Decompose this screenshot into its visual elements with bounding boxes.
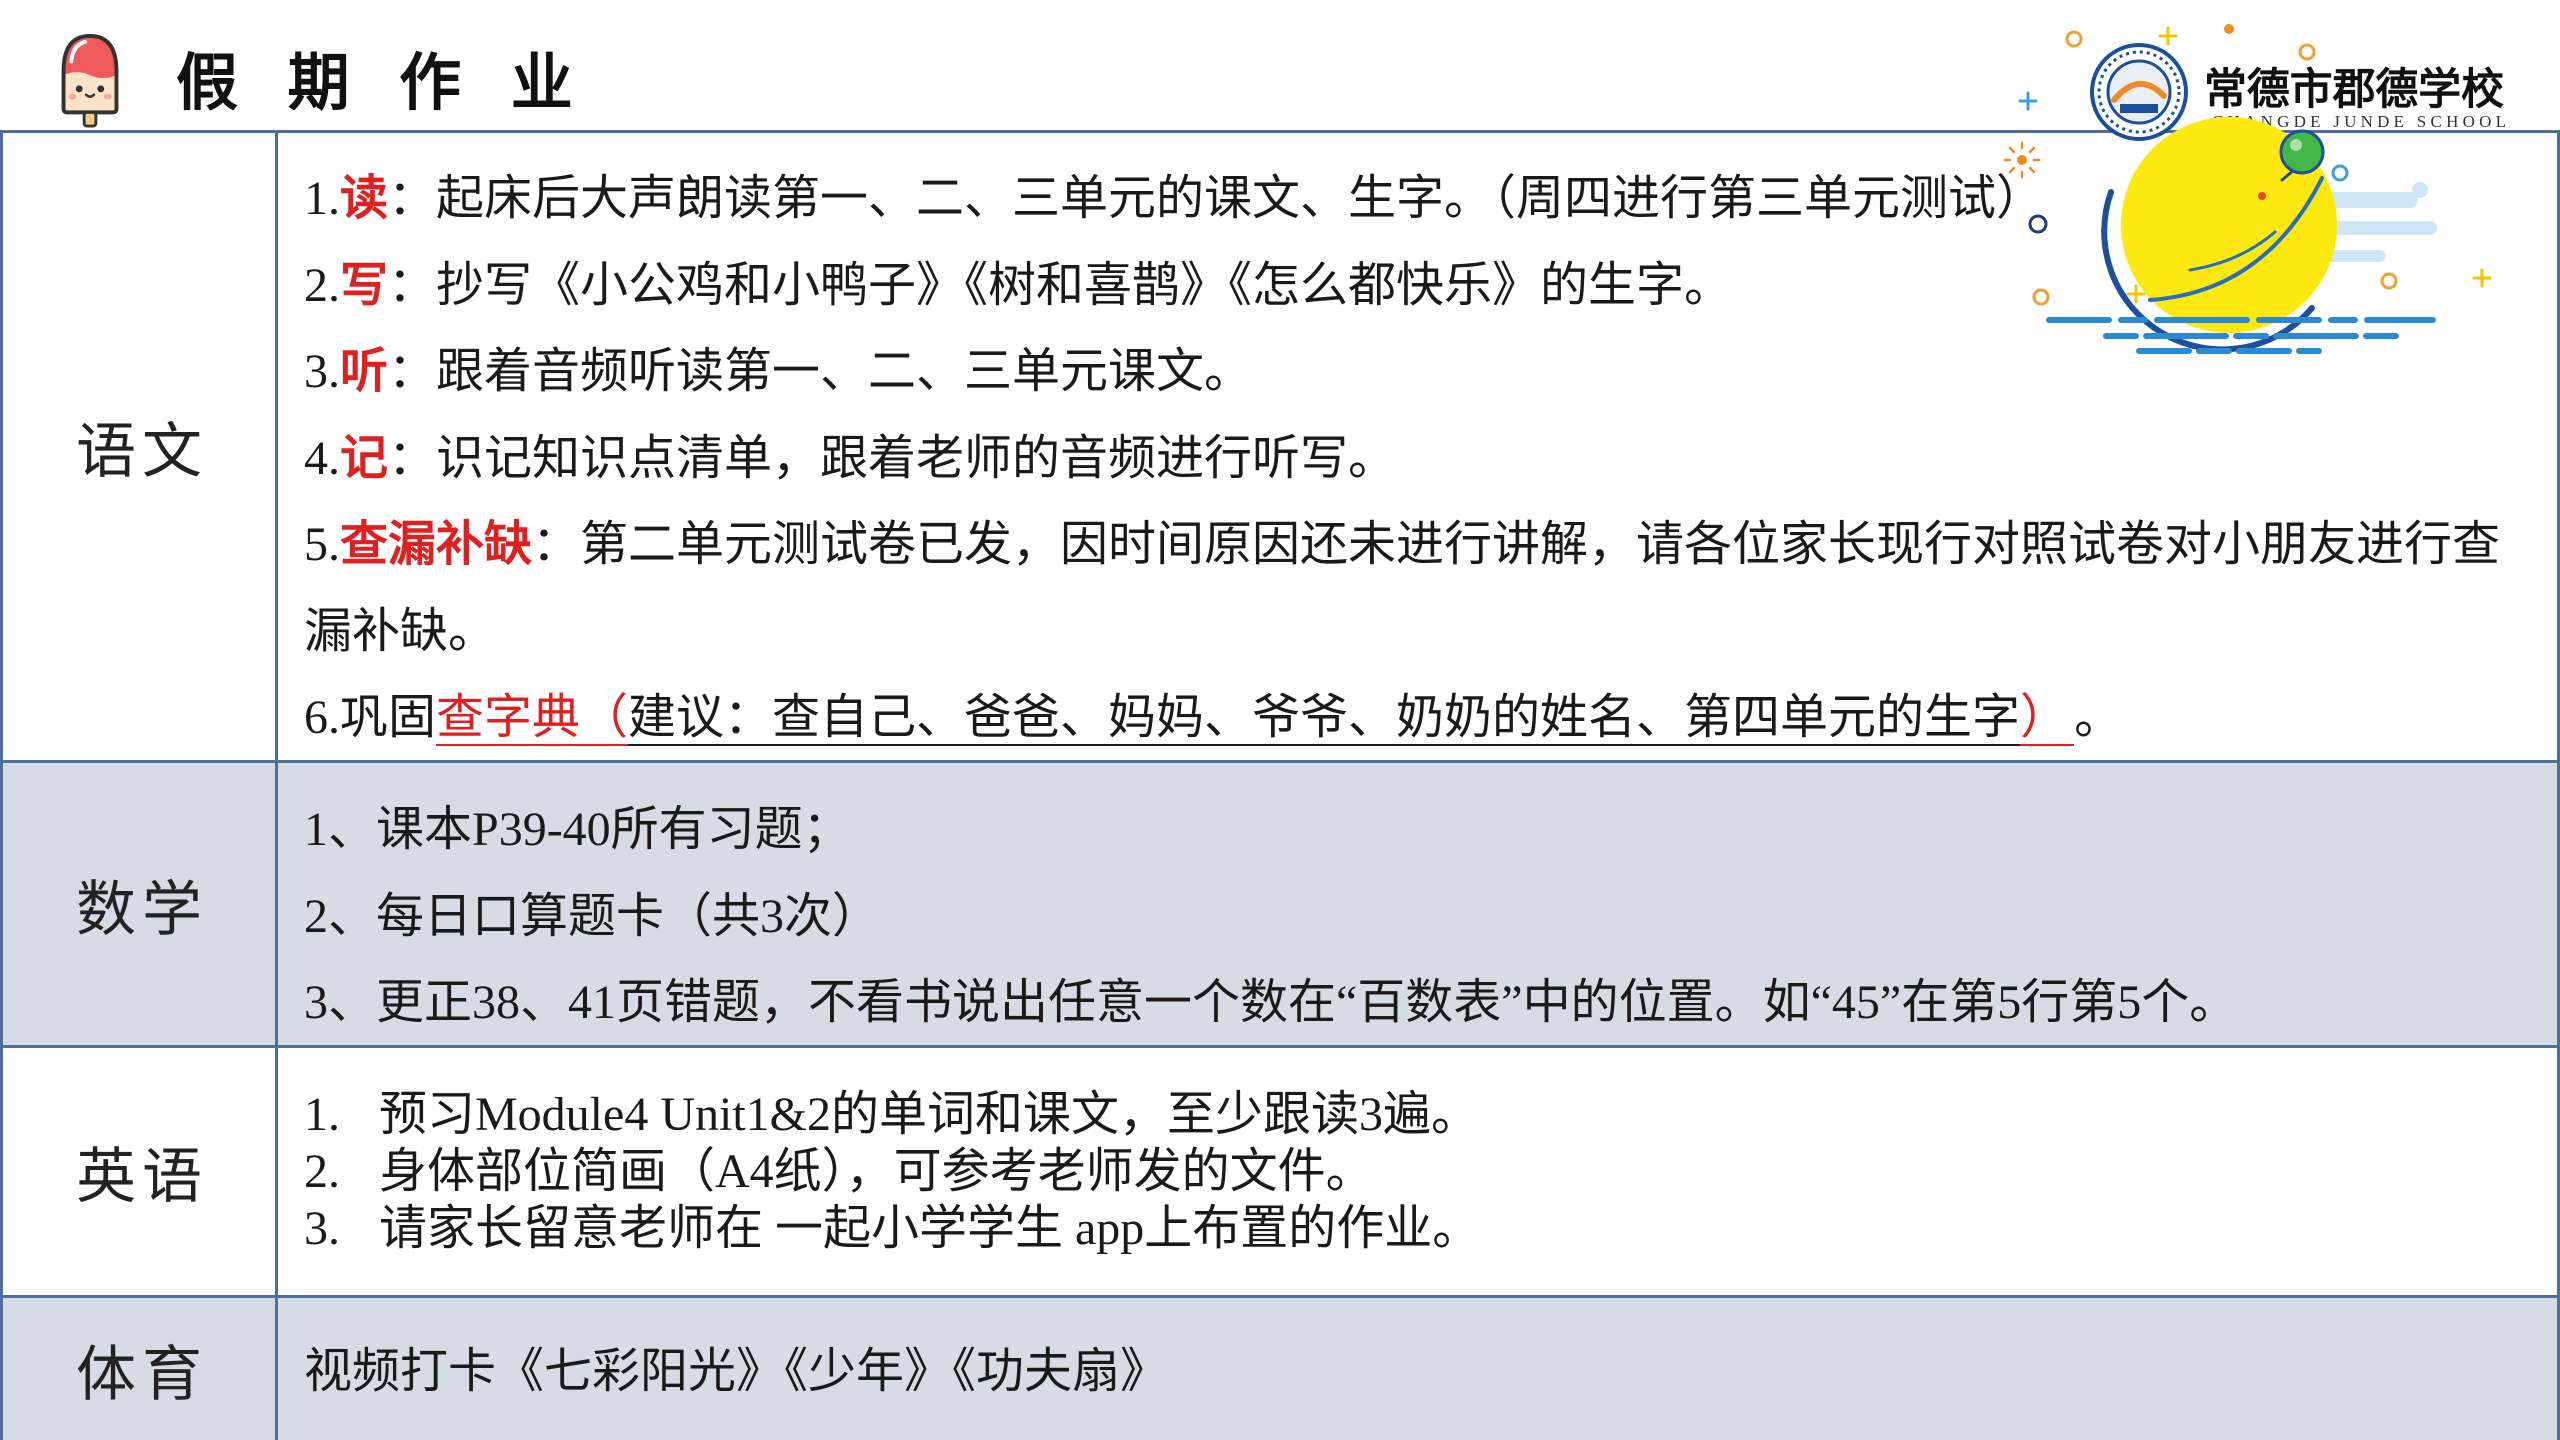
item-number: 1. — [304, 1088, 340, 1141]
item-prefix: 巩固 — [340, 691, 437, 744]
item-keyword-underlined: 查字典（ — [436, 691, 629, 746]
table-row-pe: 体育 视频打卡《七彩阳光》《少年》《功夫扇》 — [3, 1298, 2557, 1440]
table-row-math: 数学 1、课本P39-40所有习题； 2、每日口算题卡（共3次） 3、更正38、… — [3, 763, 2557, 1048]
item-number: 2. — [304, 1145, 340, 1198]
item-text: ：识记知识点清单，跟着老师的音频进行听写。 — [388, 431, 1397, 485]
item-number: 4. — [304, 431, 340, 485]
item-number: 5. — [304, 518, 340, 571]
page-title: 假 期 作 业 — [176, 46, 587, 119]
slide-header: 假 期 作 业 — [0, 0, 2560, 130]
homework-table: 语文 1.读：起床后大声朗读第一、二、三单元的课文、生字。（周四进行第三单元测试… — [0, 130, 2560, 1440]
list-item: 5.查漏补缺：第二单元测试卷已发，因时间原因还未进行讲解，请各位家长现行对照试卷… — [304, 502, 2537, 675]
item-keyword: 听 — [340, 345, 389, 398]
item-text: ：起床后大声朗读第一、二、三单元的课文、生字。（周四进行第三单元测试） — [388, 172, 2045, 225]
list-item: 3、更正38、41页错题，不看书说出任意一个数在“百数表”中的位置。如“45”在… — [304, 976, 2238, 1029]
subject-label-math: 数学 — [3, 763, 278, 1045]
subject-content-chinese: 1.读：起床后大声朗读第一、二、三单元的课文、生字。（周四进行第三单元测试） 2… — [278, 133, 2557, 760]
item-text: 预习Module4 Unit1&2的单词和课文，至少跟读3遍。 — [379, 1088, 1479, 1141]
list-item: 2.写：抄写《小公鸡和小鸭子》《树和喜鹊》《怎么都快乐》的生字。 — [304, 243, 2537, 330]
table-row-chinese: 语文 1.读：起床后大声朗读第一、二、三单元的课文、生字。（周四进行第三单元测试… — [3, 133, 2557, 763]
item-keyword: 写 — [340, 258, 389, 312]
item-keyword: 读 — [340, 172, 389, 225]
item-number: 2. — [304, 258, 340, 312]
list-item: 1.读：起床后大声朗读第一、二、三单元的课文、生字。（周四进行第三单元测试） — [304, 156, 2537, 243]
list-item: 6.巩固查字典（建议：查自己、爸爸、妈妈、爷爷、奶奶的姓名、第四单元的生字）。 — [304, 675, 2537, 762]
item-text: ：跟着音频听读第一、二、三单元课文。 — [388, 345, 1253, 398]
item-note-underlined: 建议：查自己、爸爸、妈妈、爷爷、奶奶的姓名、第四单元的生字 — [628, 691, 2021, 746]
subject-content-pe: 视频打卡《七彩阳光》《少年》《功夫扇》 — [278, 1298, 2557, 1440]
list-item: 3. 请家长留意老师在 一起小学学生 app上布置的作业。 — [304, 1200, 2537, 1257]
item-number: 6. — [304, 691, 340, 744]
subject-label-chinese: 语文 — [3, 133, 278, 760]
item-number: 3. — [304, 345, 340, 398]
list-item: 1、课本P39-40所有习题； — [304, 803, 851, 856]
item-text: ：第二单元测试卷已发，因时间原因还未进行讲解，请各位家长现行对照试卷对小朋友进行… — [304, 518, 2501, 658]
item-end: 。 — [2074, 691, 2123, 744]
item-number: 1. — [304, 172, 340, 225]
subject-label-english: 英语 — [3, 1048, 278, 1295]
item-text: ：抄写《小公鸡和小鸭子》《树和喜鹊》《怎么都快乐》的生字。 — [388, 258, 1733, 312]
item-text: 请家长留意老师在 一起小学学生 app上布置的作业。 — [379, 1202, 1481, 1255]
list-item: 4.记：识记知识点清单，跟着老师的音频进行听写。 — [304, 416, 2537, 503]
list-item: 1. 预习Module4 Unit1&2的单词和课文，至少跟读3遍。 — [304, 1086, 2537, 1143]
table-row-english: 英语 1. 预习Module4 Unit1&2的单词和课文，至少跟读3遍。 2. 身… — [3, 1048, 2557, 1298]
subject-content-english: 1. 预习Module4 Unit1&2的单词和课文，至少跟读3遍。 2. 身体部位… — [278, 1048, 2557, 1295]
item-keyword: 查漏补缺 — [340, 518, 533, 571]
subject-content-math: 1、课本P39-40所有习题； 2、每日口算题卡（共3次） 3、更正38、41页… — [278, 763, 2557, 1045]
item-number: 3. — [304, 1202, 340, 1255]
item-keyword: 记 — [340, 431, 389, 485]
subject-label-pe: 体育 — [3, 1298, 278, 1440]
list-item: 2. 身体部位简画（A4纸），可参考老师发的文件。 — [304, 1143, 2537, 1200]
item-keyword-close: ） — [2020, 691, 2075, 746]
list-item: 3.听：跟着音频听读第一、二、三单元课文。 — [304, 329, 2537, 416]
item-text: 身体部位简画（A4纸），可参考老师发的文件。 — [379, 1145, 1374, 1198]
popsicle-icon — [61, 33, 119, 128]
list-item: 2、每日口算题卡（共3次） — [304, 889, 881, 943]
list-item: 视频打卡《七彩阳光》《少年》《功夫扇》 — [304, 1345, 1169, 1398]
